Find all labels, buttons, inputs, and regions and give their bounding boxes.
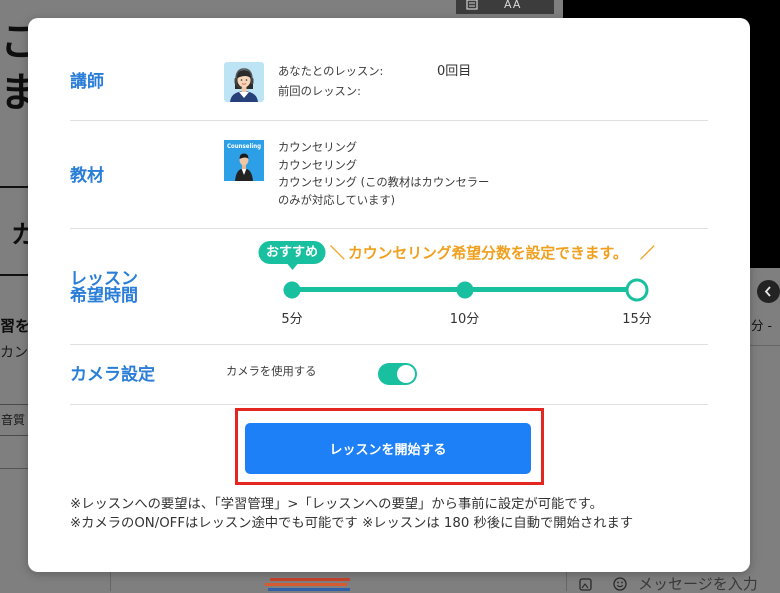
lesson-count-label: あなたとのレッスン: [278, 65, 384, 78]
hint-decoration-left: ＼ [330, 245, 345, 262]
lesson-start-modal: 講師 あなたとのレッスン: 0回目 前回のレッスン: 教材 Counseling… [28, 18, 750, 572]
material-description: カウンセリング カウンセリング カウンセリング (この教材はカウンセラー のみが… [278, 139, 489, 210]
duration-slider-stop[interactable] [283, 281, 301, 298]
material-line: カウンセリング [278, 158, 358, 172]
teacher-label: 講師 [70, 72, 104, 92]
duration-option-label[interactable]: 15分 [622, 312, 652, 328]
material-cover-title: Counseling [227, 143, 261, 150]
material-label: 教材 [70, 166, 104, 186]
last-lesson-label: 前回のレッスン: [278, 85, 361, 98]
teacher-avatar-icon [224, 62, 264, 102]
row-divider [70, 344, 708, 345]
material-line: カウンセリング [278, 141, 358, 154]
recommended-badge: おすすめ [258, 241, 326, 270]
duration-slider-thumb[interactable] [625, 278, 649, 301]
camera-toggle-knob [397, 365, 415, 383]
duration-hint: カウンセリング希望分数を設定できます。 [348, 245, 628, 262]
duration-label-line: 希望時間 [70, 286, 138, 306]
note-line: ※カメラのON/OFFはレッスン途中でも可能です ※レッスンは 180 秒後に自… [70, 516, 634, 531]
row-divider [70, 404, 708, 405]
material-cover-icon: Counseling [224, 140, 264, 181]
note-line: ※レッスンへの要望は、「学習管理」>「レッスンへの要望」から事前に設定が可能です… [70, 497, 603, 512]
camera-label: カメラ設定 [70, 365, 155, 385]
material-line: のみが対応しています) [278, 194, 396, 208]
camera-toggle[interactable] [378, 363, 417, 385]
duration-label: レッスン 希望時間 [70, 271, 138, 305]
notes: ※レッスンへの要望は、「学習管理」>「レッスンへの要望」から事前に設定が可能です… [70, 495, 633, 533]
material-line: カウンセリング (この教材はカウンセラー [278, 176, 490, 190]
hint-decoration-right: ／ [640, 245, 655, 262]
row-divider [70, 120, 708, 121]
duration-option-label[interactable]: 10分 [450, 312, 480, 328]
start-lesson-button[interactable]: レッスンを開始する [245, 423, 531, 474]
duration-option-label[interactable]: 5分 [281, 312, 302, 328]
lesson-count-value: 0回目 [437, 64, 472, 79]
row-divider [70, 228, 708, 229]
duration-slider-stop[interactable] [456, 281, 473, 298]
camera-toggle-label: カメラを使用する [226, 365, 317, 378]
